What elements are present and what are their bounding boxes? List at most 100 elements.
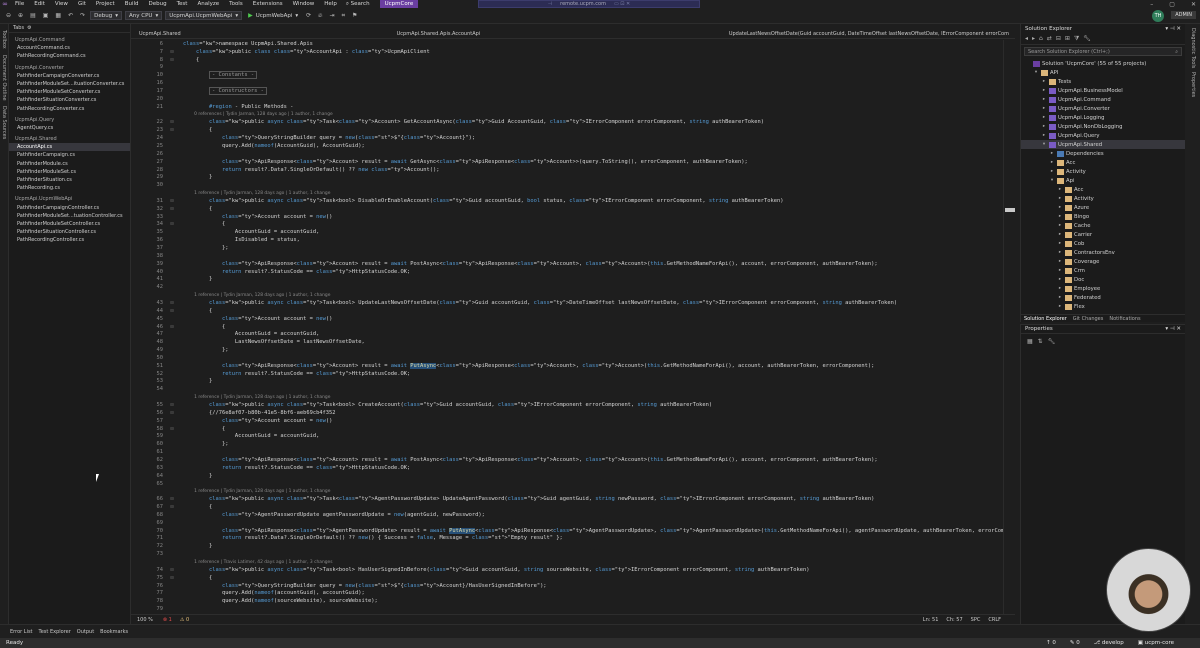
tab-bookmarks[interactable]: Bookmarks [100,629,128,635]
remote-controls-icon[interactable]: ▭ ⊡ ✕ [614,1,630,7]
code-lens[interactable]: 1 reference | Tydin Jarman, 128 days ago… [131,189,1001,197]
repo-name[interactable]: ▣ ucpm-core [1138,640,1174,646]
tab-item[interactable]: PathRecordingConverter.cs [9,105,130,113]
comment-icon[interactable]: ⌗ [340,12,347,20]
collapsed-region[interactable]: 10 - Constants - [131,71,1001,80]
unpushed-commits[interactable]: ↑ 0 [1046,640,1056,646]
scrollbar-thumb[interactable] [1005,208,1015,212]
collapsed-region[interactable]: 17 - Constructors - [131,87,1001,96]
error-count[interactable]: ⊗ 1 [159,617,176,623]
minimize-icon[interactable]: – [1150,1,1153,8]
forward-icon[interactable]: ⊕ [16,12,25,19]
sync-icon[interactable]: ⇄ [1047,35,1052,42]
save-icon[interactable]: ▣ [41,12,51,19]
menu-item-debug[interactable]: Debug [144,1,172,7]
tab-solution-explorer[interactable]: Solution Explorer [1024,316,1067,322]
tab-item[interactable]: AccountCommand.cs [9,44,130,52]
chevron-icon[interactable]: ▸ [1057,304,1063,309]
search-button[interactable]: ⌕ Search [346,1,370,8]
chevron-icon[interactable]: ▸ [1041,106,1047,111]
tab-item[interactable]: PathfinderSituation.cs [9,176,130,184]
code-lens[interactable]: 1 reference | Tydin Jarman, 128 days ago… [131,487,1001,495]
undo-icon[interactable]: ↶ [66,12,75,19]
chevron-icon[interactable]: ▾ [1033,70,1039,75]
redo-icon[interactable]: ↷ [78,12,87,19]
tree-node[interactable]: ▸ UcpmApi.NonDbLogging [1021,122,1186,131]
project-dropdown[interactable]: UcpmApi.Shared [131,31,189,37]
close-icon[interactable]: ▾ ⊣ ✕ [1165,326,1181,332]
member-dropdown[interactable]: UpdateLastNewsOffsetDate(Guid accountGui… [729,31,1015,37]
tab-item[interactable]: PathfinderCampaign.cs [9,151,130,159]
chevron-icon[interactable]: ▸ [1041,79,1047,84]
tab-item[interactable]: AgentQuery.cs [9,124,130,132]
back-icon[interactable]: ◂ [1025,35,1028,42]
side-tab-toolbox[interactable]: Toolbox [1,30,7,49]
pin-icon[interactable]: ▾ ⊣ ✕ [1165,26,1181,32]
tree-node[interactable]: ▸ Crm [1021,266,1186,275]
tree-node[interactable]: ▸ Azure [1021,203,1186,212]
tree-node[interactable]: ▸ Federated [1021,293,1186,302]
platform-select[interactable]: Any CPU ▾ [125,11,163,20]
refresh-icon[interactable]: ⟳ [304,12,313,19]
tab-error-list[interactable]: Error List [10,629,33,635]
chevron-icon[interactable]: ▸ [1041,97,1047,102]
side-tab-data-sources[interactable]: Data Sources [1,106,7,139]
side-tab-properties[interactable]: Properties [1190,72,1196,97]
show-all-icon[interactable]: ⊞ [1065,35,1070,42]
run-button[interactable]: ▶ UcpmWebApi ▾ [245,11,301,20]
avatar[interactable]: TH [1152,10,1164,22]
configuration-select[interactable]: Debug ▾ [90,11,122,20]
filter-icon[interactable]: ⧩ [1074,35,1079,43]
tab-item[interactable]: PathfinderModuleSetController.cs [9,220,130,228]
chevron-icon[interactable]: ▸ [1057,214,1063,219]
save-all-icon[interactable]: ▦ [53,12,63,19]
tree-node[interactable]: ▸ Dependencies [1021,149,1186,158]
tree-node[interactable]: ▸ Coverage [1021,257,1186,266]
forward-icon[interactable]: ▸ [1032,35,1035,42]
tree-node[interactable]: ▸ Cache [1021,221,1186,230]
tree-node[interactable]: ▸ Employee [1021,284,1186,293]
alphabetical-icon[interactable]: ⇅ [1038,338,1043,345]
code-area[interactable]: 6 class="kw">namespace UcpmApi.Shared.Api… [131,40,1016,614]
tree-node[interactable]: ▸ Activity [1021,167,1186,176]
tree-node[interactable]: ▸ UcpmApi.BusinessModel [1021,86,1186,95]
tree-node[interactable]: ▸ Acc [1021,158,1186,167]
menu-item-extensions[interactable]: Extensions [248,1,288,7]
chevron-icon[interactable]: ▸ [1057,196,1063,201]
tree-node[interactable]: ▸ UcpmApi.Query [1021,131,1186,140]
tree-node[interactable]: ▸ ContractorsEnv [1021,248,1186,257]
code-lens[interactable]: 0 references | Tydin Jarman, 128 days ag… [131,111,1001,119]
tree-node[interactable]: ▸ Tests [1021,77,1186,86]
menu-item-file[interactable]: File [10,1,29,7]
wrench-icon[interactable]: 🔧︎ [1083,35,1091,42]
class-dropdown[interactable]: UcpmApi.Shared.Apis.AccountApi [389,31,489,37]
line-endings[interactable]: CRLF [988,617,1001,623]
chevron-icon[interactable]: ▸ [1057,205,1063,210]
indent-mode[interactable]: SPC [971,617,981,623]
search-input[interactable]: Search Solution Explorer (Ctrl+;) ⌕ [1024,47,1182,56]
tab-item[interactable]: PathRecording.cs [9,184,130,192]
warning-count[interactable]: ⚠ 0 [176,617,193,623]
hot-reload-icon[interactable]: 🔥︎ [316,12,324,20]
tab-item[interactable]: PathfinderCampaignConverter.cs [9,72,130,80]
tab-item[interactable]: PathfinderModuleSet.cs [9,168,130,176]
chevron-icon[interactable]: ▸ [1057,241,1063,246]
chevron-icon[interactable]: ▸ [1057,232,1063,237]
code-lens[interactable]: 1 reference | Tydin Jarman, 128 days ago… [131,393,1001,401]
menu-item-project[interactable]: Project [91,1,120,7]
menu-item-help[interactable]: Help [319,1,342,7]
menu-item-test[interactable]: Test [172,1,193,7]
pending-changes[interactable]: ✎ 0 [1070,640,1080,646]
tab-item[interactable]: AccountApi.cs [9,143,130,152]
chevron-icon[interactable]: ▸ [1041,88,1047,93]
categorized-icon[interactable]: ▦ [1027,338,1033,345]
chevron-icon[interactable]: ▸ [1057,259,1063,264]
tree-node[interactable]: ▸ UcpmApi.Logging [1021,113,1186,122]
tree-node[interactable]: ▾ UcpmApi.Shared [1021,140,1186,149]
chevron-icon[interactable]: ▸ [1041,115,1047,120]
collapse-icon[interactable]: ⊟ [1056,35,1061,42]
tree-node[interactable]: ▸ Cob [1021,239,1186,248]
tree-node[interactable]: ▸ Acc [1021,185,1186,194]
branch-name[interactable]: ⎇ develop [1094,640,1124,646]
bookmark-icon[interactable]: ⚑ [350,12,359,19]
